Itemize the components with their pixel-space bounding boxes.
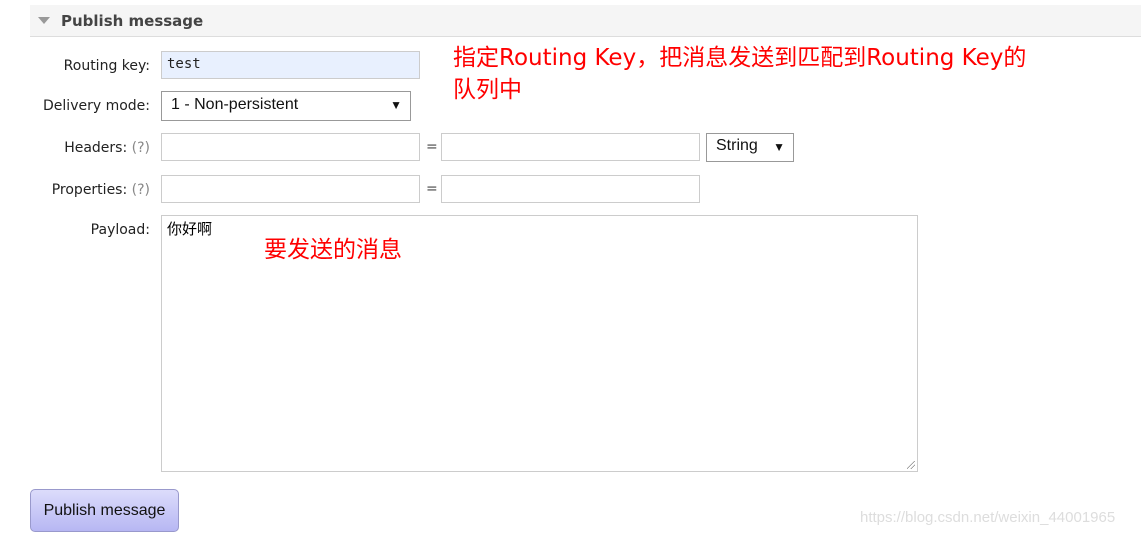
delivery-mode-select[interactable]: 1 - Non-persistent ▼ bbox=[161, 91, 411, 121]
routing-annotation: 指定Routing Key，把消息发送到匹配到Routing Key的 队列中 bbox=[453, 42, 1026, 106]
payload-label: Payload: bbox=[90, 222, 150, 238]
dropdown-arrow-icon: ▼ bbox=[773, 140, 785, 154]
delivery-mode-value: 1 - Non-persistent bbox=[171, 96, 299, 113]
routing-annotation-line2: 队列中 bbox=[453, 77, 522, 103]
payload-annotation: 要发送的消息 bbox=[264, 237, 402, 263]
watermark: https://blog.csdn.net/weixin_44001965 bbox=[860, 509, 1116, 526]
property-value-input[interactable] bbox=[441, 175, 700, 203]
resize-grip-icon[interactable] bbox=[907, 461, 915, 469]
properties-label-text: Properties: bbox=[51, 182, 128, 198]
header-key-input[interactable] bbox=[161, 133, 420, 161]
property-key-input[interactable] bbox=[161, 175, 420, 203]
equals-sign: = bbox=[426, 139, 438, 155]
routing-key-label: Routing key: bbox=[63, 58, 150, 74]
properties-help-link[interactable]: (?) bbox=[132, 182, 150, 198]
publish-message-button[interactable]: Publish message bbox=[30, 489, 179, 532]
header-value-input[interactable] bbox=[441, 133, 700, 161]
dropdown-arrow-icon: ▼ bbox=[390, 98, 402, 112]
properties-label: Properties: (?) bbox=[52, 182, 150, 198]
headers-label-text: Headers: bbox=[64, 140, 128, 156]
routing-key-input[interactable]: test bbox=[161, 51, 420, 79]
delivery-mode-label: Delivery mode: bbox=[43, 98, 150, 114]
header-type-select[interactable]: String ▼ bbox=[706, 133, 794, 162]
payload-value: 你好啊 bbox=[167, 220, 213, 238]
triangle-down-icon bbox=[38, 17, 50, 24]
header-type-value: String bbox=[716, 137, 758, 154]
equals-sign: = bbox=[426, 181, 438, 197]
routing-annotation-line1: 指定Routing Key，把消息发送到匹配到Routing Key的 bbox=[453, 45, 1027, 71]
section-header[interactable]: Publish message bbox=[30, 5, 1141, 37]
headers-help-link[interactable]: (?) bbox=[132, 140, 150, 156]
headers-label: Headers: (?) bbox=[64, 140, 150, 156]
section-title: Publish message bbox=[61, 12, 204, 30]
